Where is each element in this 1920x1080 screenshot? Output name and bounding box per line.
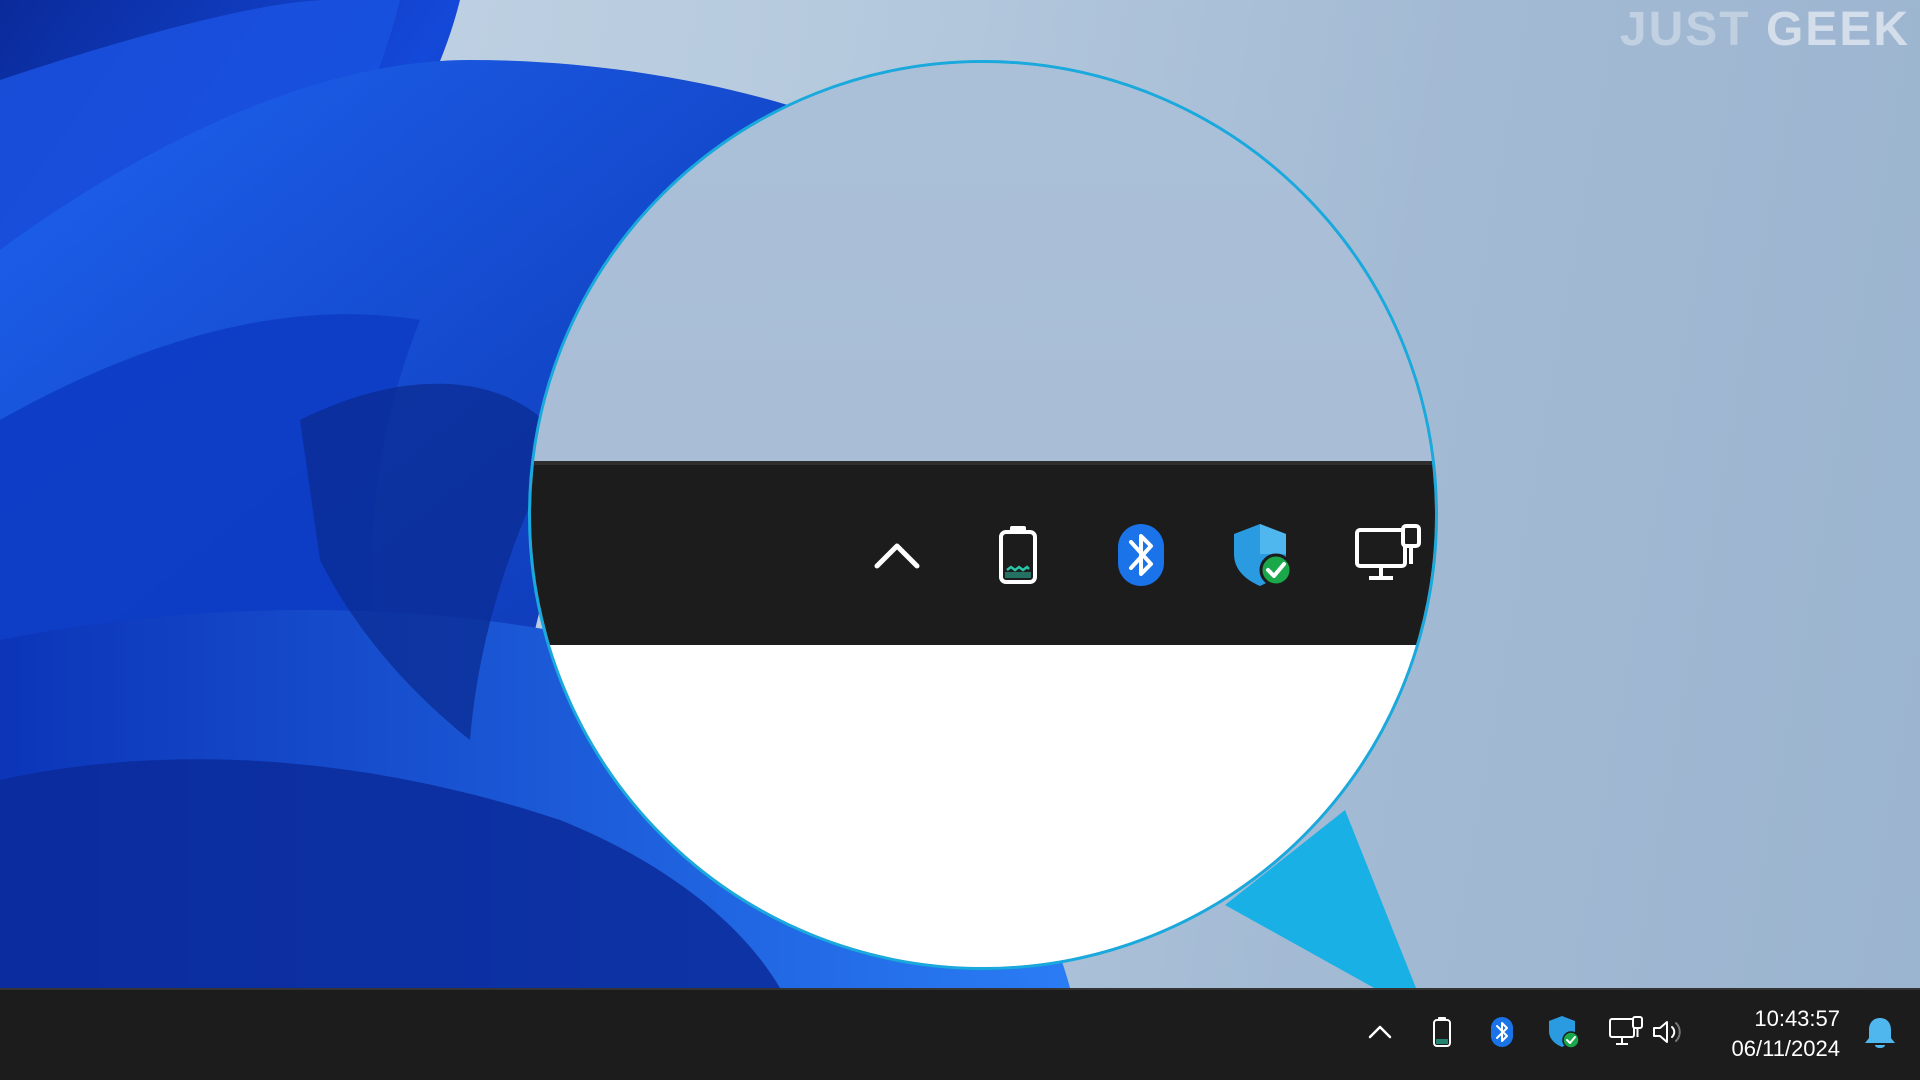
bluetooth-icon[interactable] bbox=[1480, 1010, 1524, 1054]
chevron-up-icon bbox=[857, 515, 937, 595]
battery-icon bbox=[978, 515, 1058, 595]
chevron-up-icon[interactable] bbox=[1358, 1010, 1402, 1054]
network-icon bbox=[1348, 515, 1428, 595]
volume-icon[interactable] bbox=[1646, 1010, 1690, 1054]
taskbar: 10:43:57 06/11/2024 bbox=[0, 988, 1920, 1080]
bell-icon[interactable] bbox=[1860, 1014, 1900, 1054]
windows-security-icon bbox=[1223, 515, 1303, 595]
battery-icon[interactable] bbox=[1420, 1010, 1464, 1054]
magnified-desktop bbox=[531, 63, 1435, 463]
magnified-taskbar bbox=[531, 461, 1435, 645]
clock-date: 06/11/2024 bbox=[1731, 1036, 1840, 1061]
network-icon[interactable] bbox=[1604, 1010, 1648, 1054]
clock-time: 10:43:57 bbox=[1754, 1006, 1840, 1031]
system-clock[interactable]: 10:43:57 06/11/2024 bbox=[1732, 1004, 1840, 1064]
bluetooth-icon bbox=[1101, 515, 1181, 595]
magnified-white-area bbox=[531, 645, 1435, 967]
magnifier-circle bbox=[528, 60, 1438, 970]
windows-security-icon[interactable] bbox=[1542, 1010, 1586, 1054]
